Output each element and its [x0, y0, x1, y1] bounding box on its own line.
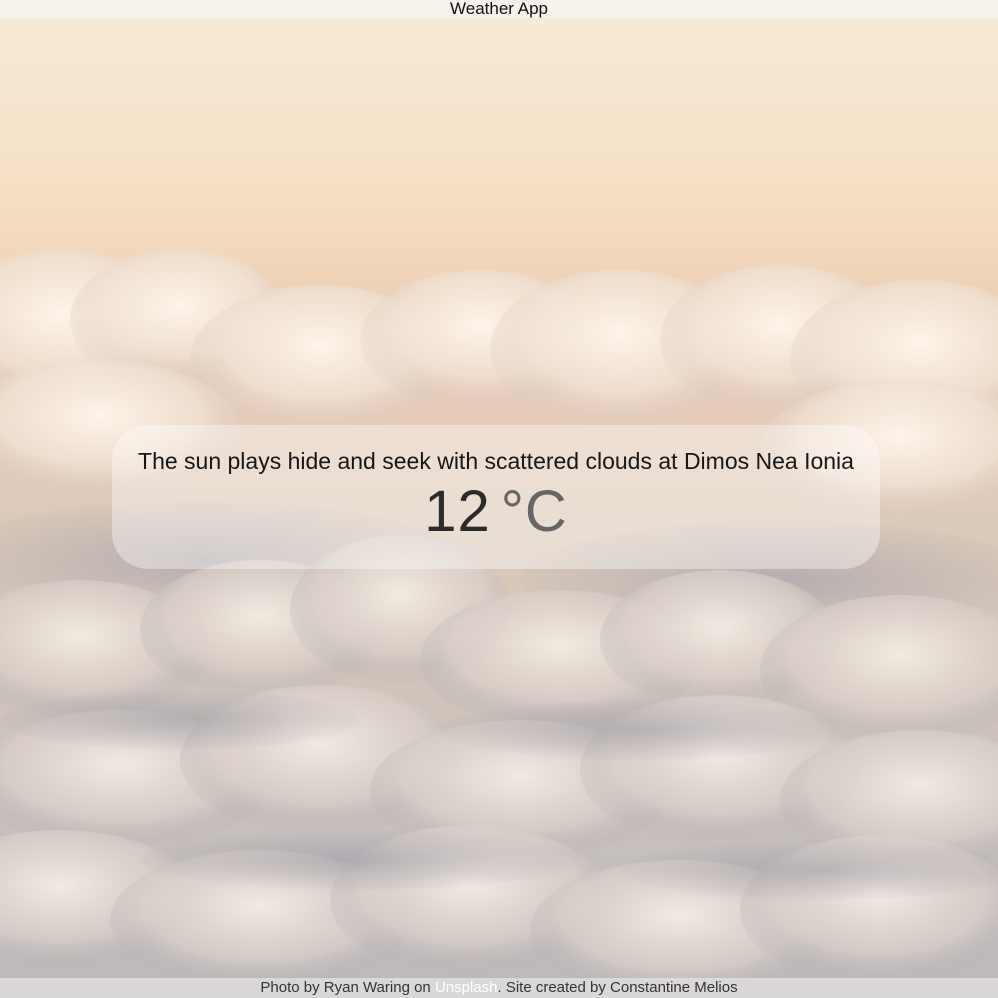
- credit-on-text: on: [414, 979, 431, 996]
- app-header: Weather App: [0, 0, 998, 18]
- temperature-unit: °C: [500, 479, 568, 544]
- photographer-name: Ryan Waring: [323, 979, 410, 996]
- weather-description: The sun plays hide and seek with scatter…: [138, 448, 854, 474]
- credit-prefix: Photo by: [260, 979, 320, 996]
- unsplash-link[interactable]: Unsplash: [435, 979, 498, 996]
- site-credit: . Site created by Constantine Melios: [497, 979, 738, 996]
- app-title: Weather App: [450, 0, 548, 18]
- weather-page: Weather App The sun plays hide and seek …: [0, 0, 998, 998]
- temperature-display: 12 °C: [112, 481, 880, 543]
- temperature-value: 12: [424, 479, 491, 544]
- photo-credit-footer: Photo by Ryan Waring on Unsplash. Site c…: [0, 978, 998, 998]
- weather-card: The sun plays hide and seek with scatter…: [112, 425, 880, 569]
